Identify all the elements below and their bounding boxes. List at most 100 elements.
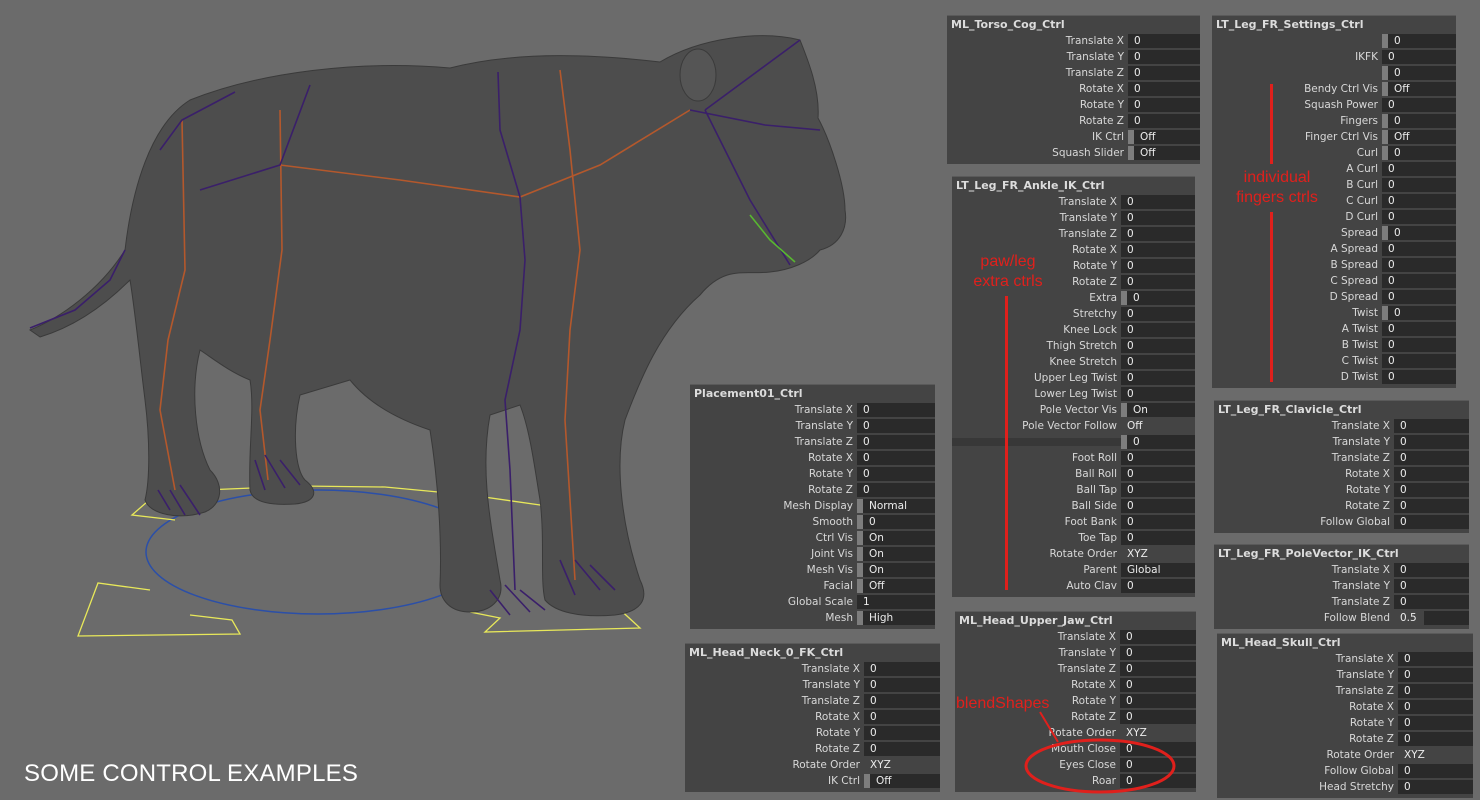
channel-value-field[interactable]: On xyxy=(863,547,935,561)
channel-row[interactable]: Translate Z 0 xyxy=(1214,450,1469,466)
channel-value-field[interactable]: 0 xyxy=(1382,370,1456,384)
channel-value-field[interactable]: 0 xyxy=(1382,210,1456,224)
channel-value-field[interactable]: 0 xyxy=(1398,780,1473,794)
channel-value-field[interactable]: 0 xyxy=(1388,146,1456,160)
channel-value-field[interactable]: 0 xyxy=(1398,668,1473,682)
channel-value-field[interactable]: 0 xyxy=(1121,355,1195,369)
channel-row[interactable]: Rotate Z 0 xyxy=(690,482,935,498)
channel-row[interactable]: Translate X 0 xyxy=(1214,562,1469,578)
channel-value-field[interactable]: 0 xyxy=(1382,194,1456,208)
channel-row[interactable]: 0 xyxy=(952,434,1195,450)
channel-row[interactable]: Translate Y 0 xyxy=(955,645,1196,661)
channel-row[interactable]: Ball Roll 0 xyxy=(952,466,1195,482)
channel-row[interactable]: Joint Vis On xyxy=(690,546,935,562)
channel-row[interactable]: Twist 0 xyxy=(1212,305,1456,321)
channel-value-field[interactable]: 0 xyxy=(1394,451,1469,465)
channel-value-field[interactable]: 0 xyxy=(1121,499,1195,513)
channel-row[interactable]: Rotate Y 0 xyxy=(685,725,940,741)
channel-value-field[interactable]: Global xyxy=(1121,563,1195,577)
channel-value-field[interactable]: XYZ xyxy=(1121,547,1195,561)
channel-value-field[interactable]: 0 xyxy=(1128,82,1200,96)
channel-row[interactable]: Translate Z 0 xyxy=(685,693,940,709)
channel-row[interactable]: Eyes Close 0 xyxy=(955,757,1196,773)
channel-row[interactable]: Rotate X 0 xyxy=(947,81,1200,97)
channel-value-field[interactable]: 0.5 xyxy=(1394,611,1469,625)
channel-row[interactable]: Mesh Vis On xyxy=(690,562,935,578)
channel-row[interactable]: Spread 0 xyxy=(1212,225,1456,241)
channel-row[interactable]: C Spread 0 xyxy=(1212,273,1456,289)
channel-row[interactable]: Stretchy 0 xyxy=(952,306,1195,322)
channel-value-field[interactable]: 0 xyxy=(1120,678,1196,692)
channel-value-field[interactable]: 0 xyxy=(1394,563,1469,577)
channel-row[interactable]: Rotate Y 0 xyxy=(1214,482,1469,498)
channel-value-field[interactable]: 0 xyxy=(1121,243,1195,257)
channel-row[interactable]: Translate X 0 xyxy=(685,661,940,677)
channel-value-field[interactable]: Normal xyxy=(863,499,935,513)
channel-row[interactable]: Rotate Order XYZ xyxy=(685,757,940,773)
channel-value-field[interactable]: 0 xyxy=(1120,694,1196,708)
channel-value-field[interactable]: XYZ xyxy=(1398,748,1473,762)
channel-row[interactable]: Translate Y 0 xyxy=(1214,578,1469,594)
channel-value-field[interactable]: 0 xyxy=(1128,34,1200,48)
channel-value-field[interactable]: Off xyxy=(870,774,940,788)
channel-row[interactable]: Rotate Z 0 xyxy=(685,741,940,757)
channel-row[interactable]: Ball Side 0 xyxy=(952,498,1195,514)
channel-row[interactable]: Thigh Stretch 0 xyxy=(952,338,1195,354)
channel-row[interactable]: Translate X 0 xyxy=(1214,418,1469,434)
channel-row[interactable]: Mesh High xyxy=(690,610,935,626)
channel-value-field[interactable]: 0 xyxy=(1128,98,1200,112)
channel-value-field[interactable]: 0 xyxy=(1394,595,1469,609)
channel-row[interactable]: Translate X 0 xyxy=(955,629,1196,645)
channel-value-field[interactable]: 0 xyxy=(1121,227,1195,241)
channel-value-field[interactable]: 0 xyxy=(1398,684,1473,698)
channel-row[interactable]: Follow Global 0 xyxy=(1214,514,1469,530)
channel-value-field[interactable]: 0 xyxy=(1382,178,1456,192)
channel-value-field[interactable]: 0 xyxy=(864,726,940,740)
channel-value-field[interactable]: 0 xyxy=(1121,259,1195,273)
channel-value-field[interactable]: 0 xyxy=(864,742,940,756)
channel-row[interactable]: Rotate Y 0 xyxy=(690,466,935,482)
channel-row[interactable]: Head Stretchy 0 xyxy=(1217,779,1473,795)
channel-row[interactable]: IKFK 0 xyxy=(1212,49,1456,65)
channel-value-field[interactable]: 0 xyxy=(1388,66,1456,80)
channel-value-field[interactable]: 0 xyxy=(1398,716,1473,730)
channel-value-field[interactable]: 0 xyxy=(1121,275,1195,289)
channel-value-field[interactable]: Off xyxy=(863,579,935,593)
channel-value-field[interactable]: 0 xyxy=(1388,34,1456,48)
channel-row[interactable]: D Curl 0 xyxy=(1212,209,1456,225)
channel-value-field[interactable]: 0 xyxy=(1398,732,1473,746)
channel-value-field[interactable]: 0 xyxy=(1382,274,1456,288)
channel-value-field[interactable]: 0 xyxy=(1394,419,1469,433)
channel-row[interactable]: Translate Z 0 xyxy=(1217,683,1473,699)
channel-value-field[interactable]: 0 xyxy=(1128,50,1200,64)
channel-value-field[interactable]: 0 xyxy=(857,435,935,449)
channel-row[interactable]: Rotate Y 0 xyxy=(1217,715,1473,731)
channel-value-field[interactable]: On xyxy=(863,531,935,545)
channel-row[interactable]: Translate X 0 xyxy=(952,194,1195,210)
channel-value-field[interactable]: 0 xyxy=(1394,467,1469,481)
channel-row[interactable]: Rotate Order XYZ xyxy=(955,725,1196,741)
channel-value-field[interactable]: Off xyxy=(1121,419,1195,433)
channel-row[interactable]: Translate Z 0 xyxy=(947,65,1200,81)
channel-row[interactable]: Foot Bank 0 xyxy=(952,514,1195,530)
channel-row[interactable]: Fingers 0 xyxy=(1212,113,1456,129)
channel-value-field[interactable]: 0 xyxy=(1382,242,1456,256)
channel-value-field[interactable]: 0 xyxy=(1121,515,1195,529)
channel-row[interactable]: Toe Tap 0 xyxy=(952,530,1195,546)
channel-value-field[interactable]: 0 xyxy=(1394,435,1469,449)
channel-row[interactable]: Rotate Order XYZ xyxy=(1217,747,1473,763)
channel-value-field[interactable]: 0 xyxy=(864,694,940,708)
channel-value-field[interactable]: 0 xyxy=(1121,307,1195,321)
channel-value-field[interactable]: Off xyxy=(1134,146,1200,160)
channel-row[interactable]: Knee Stretch 0 xyxy=(952,354,1195,370)
channel-value-field[interactable]: 0 xyxy=(1121,467,1195,481)
channel-value-field[interactable]: 0 xyxy=(1382,338,1456,352)
channel-row[interactable]: A Twist 0 xyxy=(1212,321,1456,337)
channel-value-field[interactable]: 0 xyxy=(1127,291,1195,305)
channel-row[interactable]: Translate Y 0 xyxy=(1217,667,1473,683)
channel-row[interactable]: Translate Z 0 xyxy=(690,434,935,450)
channel-value-field[interactable]: 0 xyxy=(1121,451,1195,465)
channel-row[interactable]: Ctrl Vis On xyxy=(690,530,935,546)
channel-row[interactable]: Rotate X 0 xyxy=(1217,699,1473,715)
channel-row[interactable]: Pole Vector Vis On xyxy=(952,402,1195,418)
